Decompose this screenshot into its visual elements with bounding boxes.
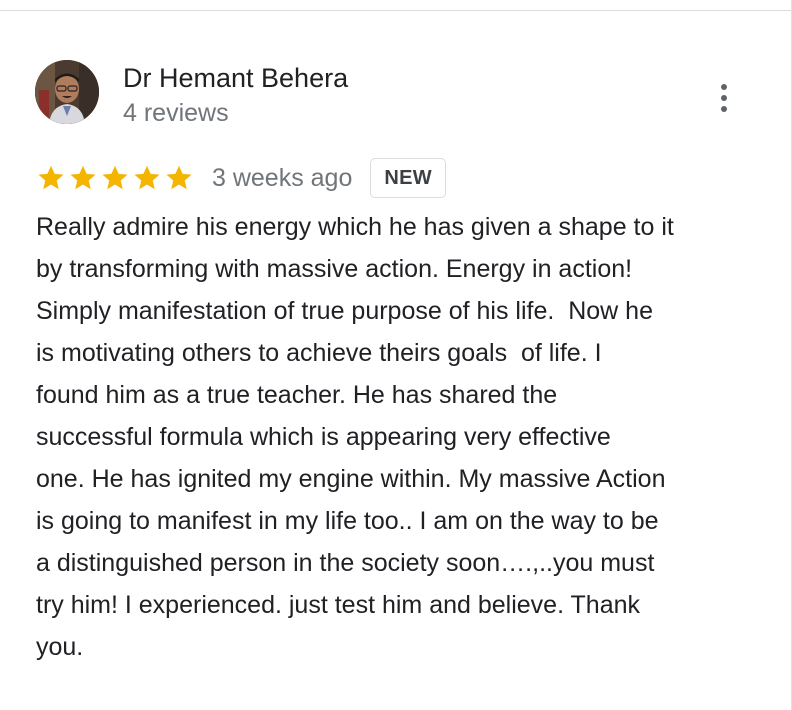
star-icon: [102, 165, 128, 190]
review-text-line: Really admire his energy which he has gi…: [36, 213, 674, 241]
review-text-line: try him! I experienced. just test him an…: [36, 591, 641, 619]
top-divider: [0, 10, 792, 11]
star-icon: [134, 165, 160, 190]
review-text: Really admire his energy which he has gi…: [36, 206, 756, 668]
review-text-line: one. He has ignited my engine within. My…: [36, 465, 666, 493]
reviewer-avatar[interactable]: [35, 60, 99, 124]
more-vert-icon-dot: [721, 95, 727, 101]
more-vert-icon-dot: [721, 84, 727, 90]
more-options-button[interactable]: [704, 78, 744, 118]
star-rating: [35, 156, 195, 200]
review-text-line: is motivating others to achieve theirs g…: [36, 339, 602, 367]
review-text-line: a distinguished person in the society so…: [36, 549, 655, 577]
star-icon: [166, 165, 192, 190]
rating-row: 3 weeks ago NEW: [35, 156, 446, 200]
reviewer-review-count: 4 reviews: [123, 99, 229, 127]
new-badge: NEW: [370, 158, 446, 198]
review-text-line: is going to manifest in my life too.. I …: [36, 507, 659, 535]
review-text-line: by transforming with massive action. Ene…: [36, 255, 633, 283]
more-vert-icon-dot: [721, 106, 727, 112]
review-text-line: found him as a true teacher. He has shar…: [36, 381, 558, 409]
person-photo-avatar-icon: [35, 60, 99, 124]
review-time: 3 weeks ago: [212, 164, 353, 192]
review-text-line: successful formula which is appearing ve…: [36, 423, 611, 451]
star-icon: [70, 165, 96, 190]
star-icon: [38, 165, 64, 190]
review-text-line: you.: [36, 633, 84, 661]
reviewer-name[interactable]: Dr Hemant Behera: [123, 61, 348, 95]
review-text-line: Simply manifestation of true purpose of …: [36, 297, 653, 325]
